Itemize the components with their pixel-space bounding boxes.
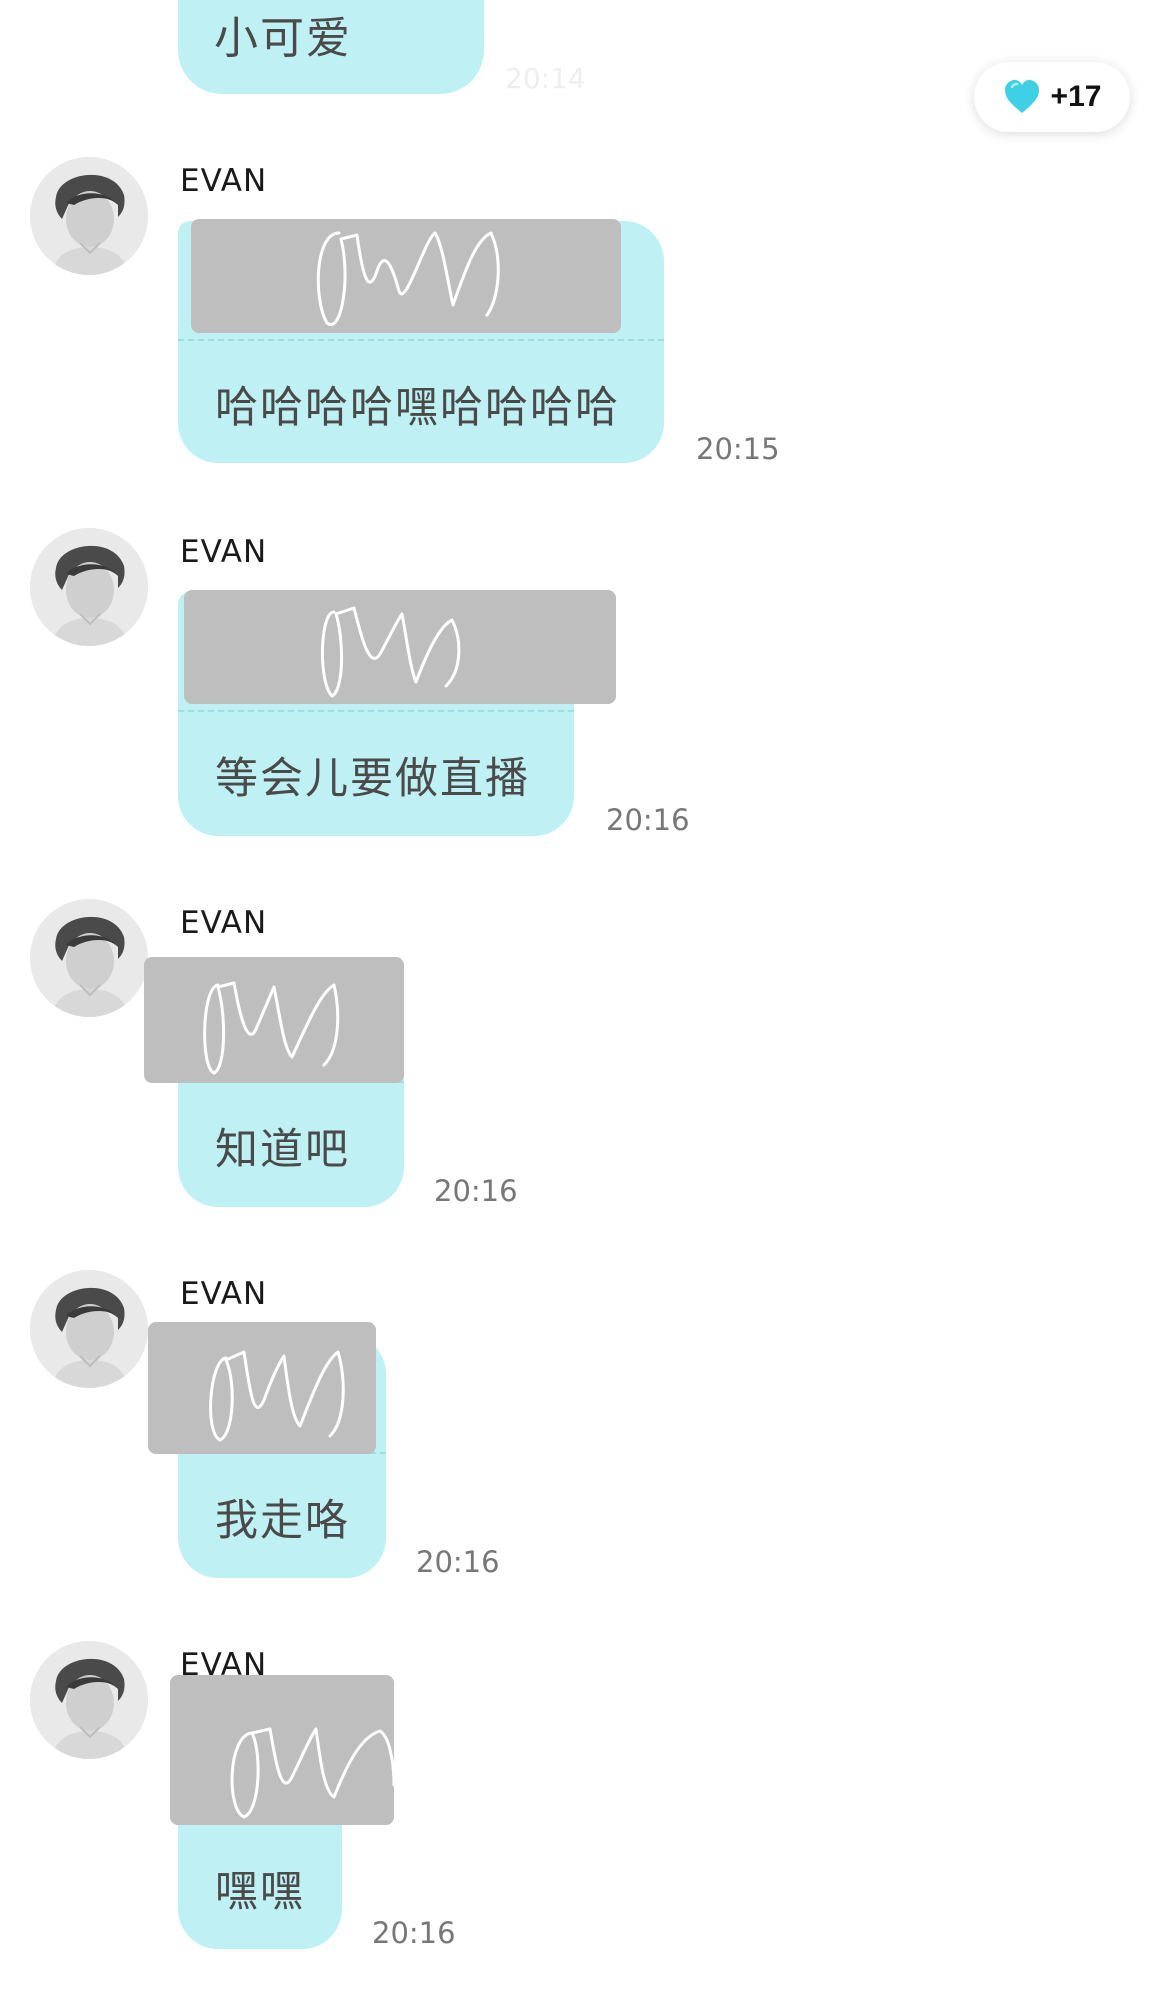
message-text: 哈哈哈哈嘿哈哈哈哈 (215, 383, 620, 433)
sender-name: EVAN (180, 1276, 268, 1312)
message-time: 20:16 (372, 1916, 456, 1950)
avatar[interactable] (30, 899, 148, 1017)
bubble-divider (178, 710, 574, 712)
message-item: EVAN 哈哈哈哈嘿哈哈哈哈 20:15 (0, 157, 1170, 525)
message-text: 我走咯 (215, 1496, 350, 1546)
message-bubble-top[interactable]: 小可爱 (178, 0, 484, 94)
sender-name: EVAN (180, 163, 268, 199)
redaction-scribble (184, 590, 616, 704)
redaction-scribble (170, 1675, 394, 1825)
bubble-divider (178, 339, 664, 341)
redaction-scribble (148, 1322, 376, 1454)
message-text: 嘿嘿 (215, 1867, 305, 1917)
redaction-scribble (144, 957, 404, 1083)
avatar[interactable] (30, 1641, 148, 1759)
avatar[interactable] (30, 1270, 148, 1388)
message-item: EVAN 我走咯 20:16 (0, 1270, 1170, 1638)
message-item: EVAN 嘿嘿 20:16 (0, 1641, 1170, 2009)
sender-name: EVAN (180, 905, 268, 941)
avatar[interactable] (30, 157, 148, 275)
message-time: 20:16 (606, 803, 690, 837)
message-text: 知道吧 (215, 1125, 350, 1175)
message-time: 20:15 (696, 432, 780, 466)
message-time: 20:14 (505, 62, 586, 95)
redaction-scribble (191, 219, 621, 333)
message-text: 等会儿要做直播 (215, 754, 530, 804)
avatar[interactable] (30, 528, 148, 646)
heart-icon (1004, 80, 1039, 113)
message-time: 20:16 (416, 1545, 500, 1579)
sender-name: EVAN (180, 534, 268, 570)
heart-count: +17 (1050, 80, 1102, 113)
message-item: EVAN 知道吧 20:16 (0, 899, 1170, 1267)
message-text: 小可爱 (214, 13, 352, 64)
heart-badge[interactable]: +17 (974, 62, 1130, 132)
message-item: EVAN 等会儿要做直播 20:16 (0, 528, 1170, 896)
message-time: 20:16 (434, 1174, 518, 1208)
